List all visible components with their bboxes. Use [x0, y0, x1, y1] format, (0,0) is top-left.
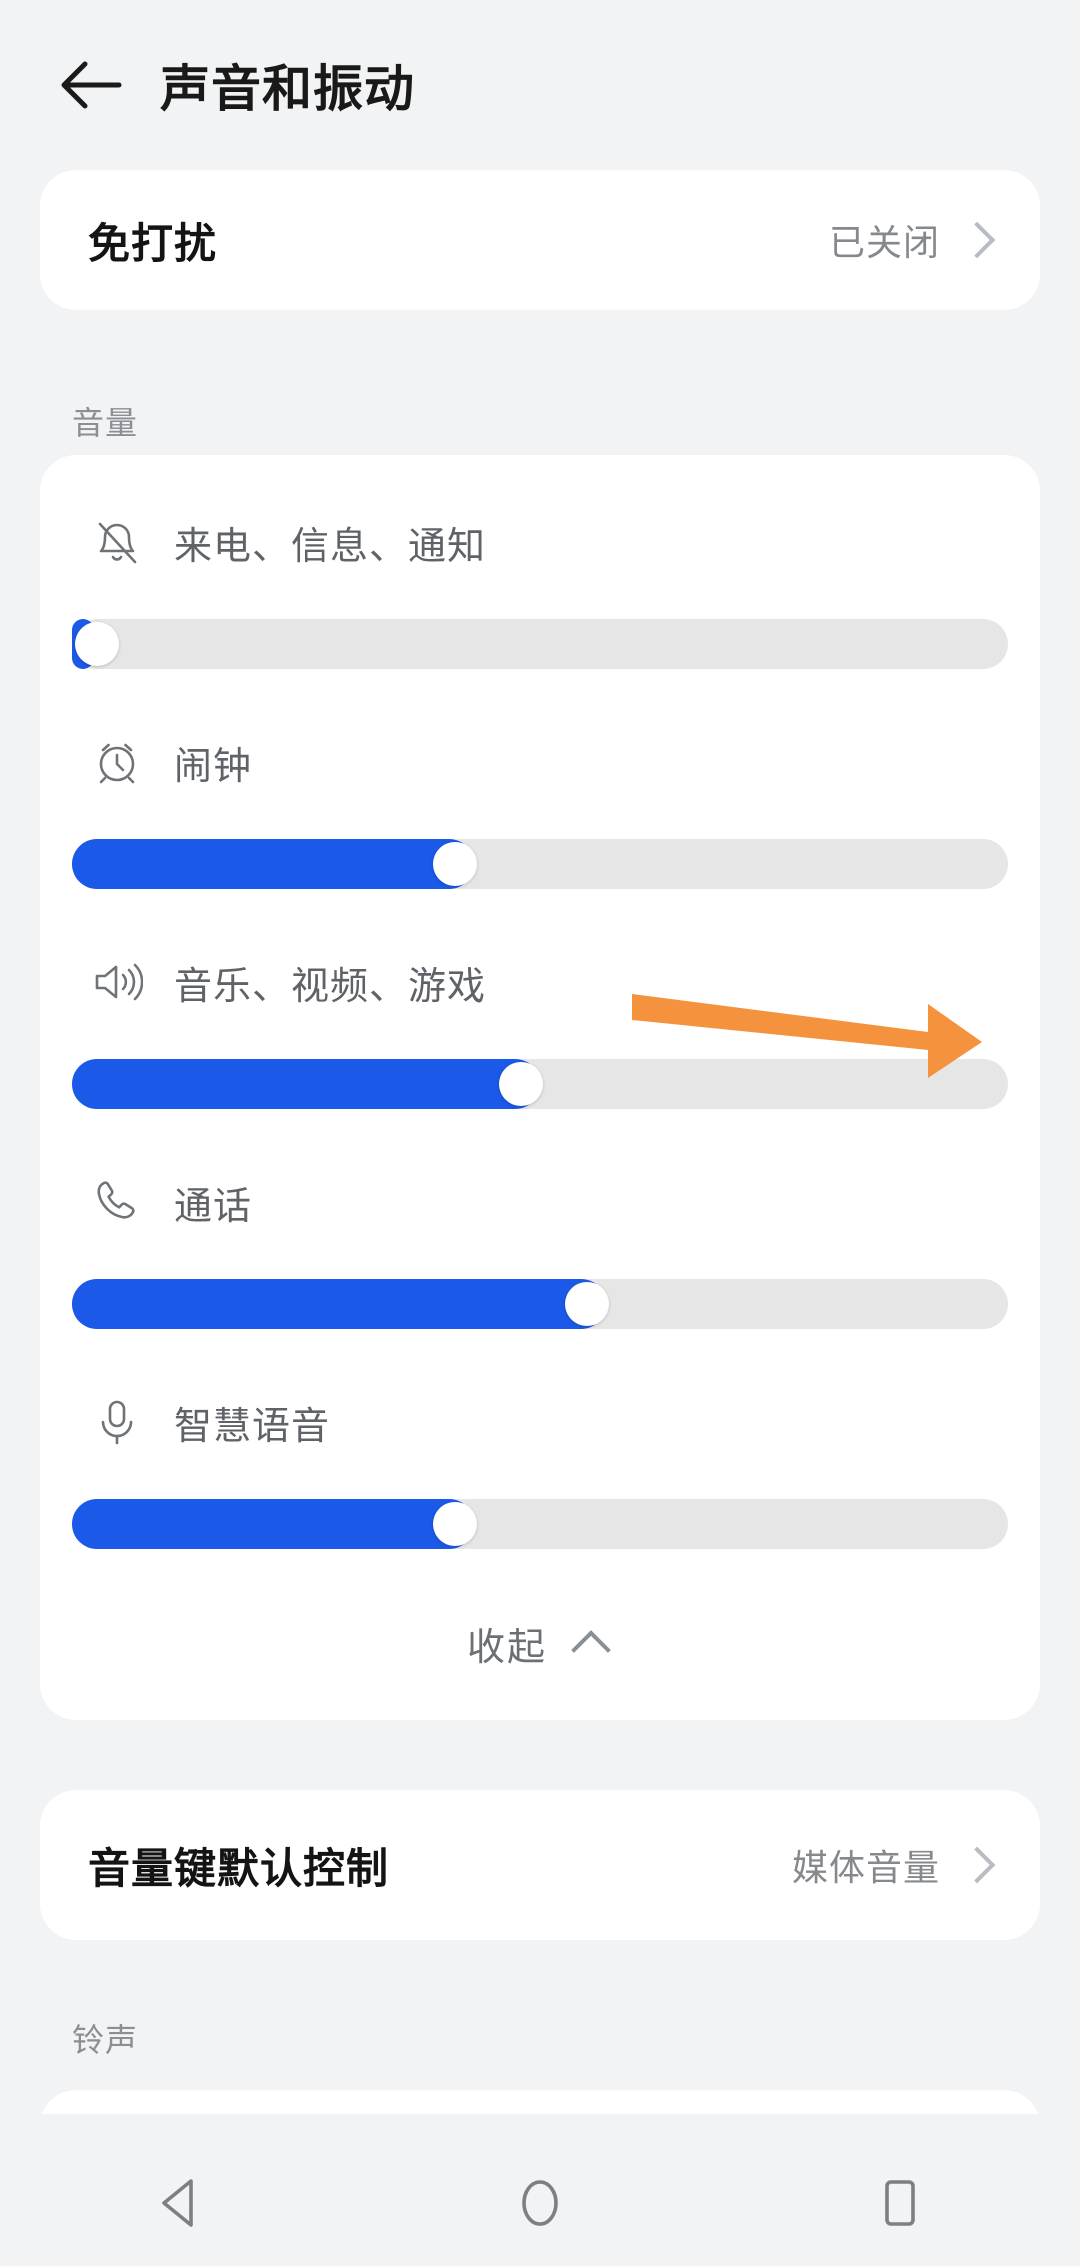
volume-slider-alarm[interactable]	[72, 839, 1008, 889]
volume-slider-media[interactable]	[72, 1059, 1008, 1109]
chevron-right-icon	[956, 1841, 996, 1889]
volume-row-header: 音乐、视频、游戏	[88, 947, 486, 1017]
page-title: 声音和振动	[160, 61, 415, 117]
volume-row-alarm: 闹钟	[40, 727, 1040, 907]
do-not-disturb-card[interactable]: 免打扰 已关闭	[40, 170, 1040, 310]
volume-row-label: 闹钟	[174, 745, 253, 788]
volume-key-control-title: 音量键默认控制	[88, 1844, 390, 1892]
content-fade-mask	[0, 2114, 1080, 2140]
volume-row-label: 智慧语音	[174, 1405, 331, 1448]
phone-icon	[88, 1173, 146, 1231]
slider-thumb[interactable]	[75, 622, 119, 666]
volume-row-header: 闹钟	[88, 727, 252, 797]
microphone-icon	[88, 1393, 146, 1451]
do-not-disturb-value: 已关闭	[828, 222, 940, 263]
volume-key-control-row[interactable]: 音量键默认控制 媒体音量	[40, 1790, 1040, 1940]
volume-card: 来电、信息、通知 闹钟 音乐、视频、游戏 通话 智慧语音 收起	[40, 455, 1040, 1720]
slider-thumb[interactable]	[433, 842, 478, 886]
volume-row-media: 音乐、视频、游戏	[40, 947, 1040, 1127]
volume-row-call: 通话	[40, 1167, 1040, 1347]
slider-fill	[72, 1279, 606, 1329]
volume-slider-ring-message-notification[interactable]	[72, 619, 1008, 669]
ringtone-section-label: 铃声	[72, 2022, 139, 2058]
slider-fill	[72, 1059, 540, 1109]
volume-row-label: 通话	[174, 1185, 253, 1228]
app-header: 声音和振动	[0, 0, 1080, 170]
volume-row-header: 通话	[88, 1167, 252, 1237]
alarm-clock-icon	[88, 733, 146, 791]
slider-fill	[72, 839, 475, 889]
slider-thumb[interactable]	[499, 1062, 543, 1106]
volume-section-label: 音量	[72, 405, 139, 441]
volume-slider-smart-voice[interactable]	[72, 1499, 1008, 1549]
arrow-left-icon[interactable]	[48, 42, 134, 128]
do-not-disturb-title: 免打扰	[88, 219, 218, 267]
volume-row-label: 音乐、视频、游戏	[174, 965, 487, 1008]
speaker-wave-icon	[88, 953, 146, 1011]
system-navigation-bar	[0, 2140, 1080, 2266]
slider-fill	[72, 1499, 475, 1549]
do-not-disturb-row[interactable]: 免打扰 已关闭	[40, 170, 1040, 310]
bell-off-icon	[88, 513, 146, 571]
chevron-right-icon	[956, 216, 996, 264]
nav-recents-icon[interactable]	[810, 2140, 990, 2266]
volume-row-smart-voice: 智慧语音	[40, 1387, 1040, 1567]
settings-scroll-area[interactable]: 免打扰 已关闭 音量 来电、信息、通知 闹钟 音乐、视频、游戏 通话 智慧语音 …	[0, 170, 1080, 2140]
nav-home-icon[interactable]	[450, 2140, 630, 2266]
volume-key-control-card[interactable]: 音量键默认控制 媒体音量	[40, 1790, 1040, 1940]
volume-key-control-value: 媒体音量	[791, 1847, 940, 1888]
volume-slider-call[interactable]	[72, 1279, 1008, 1329]
volume-row-header: 来电、信息、通知	[88, 507, 486, 577]
volume-row-ring-message-notification: 来电、信息、通知	[40, 507, 1040, 687]
collapse-button[interactable]: 收起	[40, 1595, 1040, 1691]
collapse-label: 收起	[466, 1626, 547, 1669]
slider-thumb[interactable]	[564, 1282, 609, 1326]
slider-thumb[interactable]	[433, 1502, 478, 1546]
volume-row-label: 来电、信息、通知	[174, 525, 487, 568]
volume-row-header: 智慧语音	[88, 1387, 330, 1457]
nav-back-icon[interactable]	[90, 2140, 270, 2266]
chevron-up-icon	[567, 1620, 613, 1666]
phone-screen: 声音和振动 免打扰 已关闭 音量 来电、信息、通知 闹钟 音乐、视频、游戏 通话…	[0, 0, 1080, 2266]
